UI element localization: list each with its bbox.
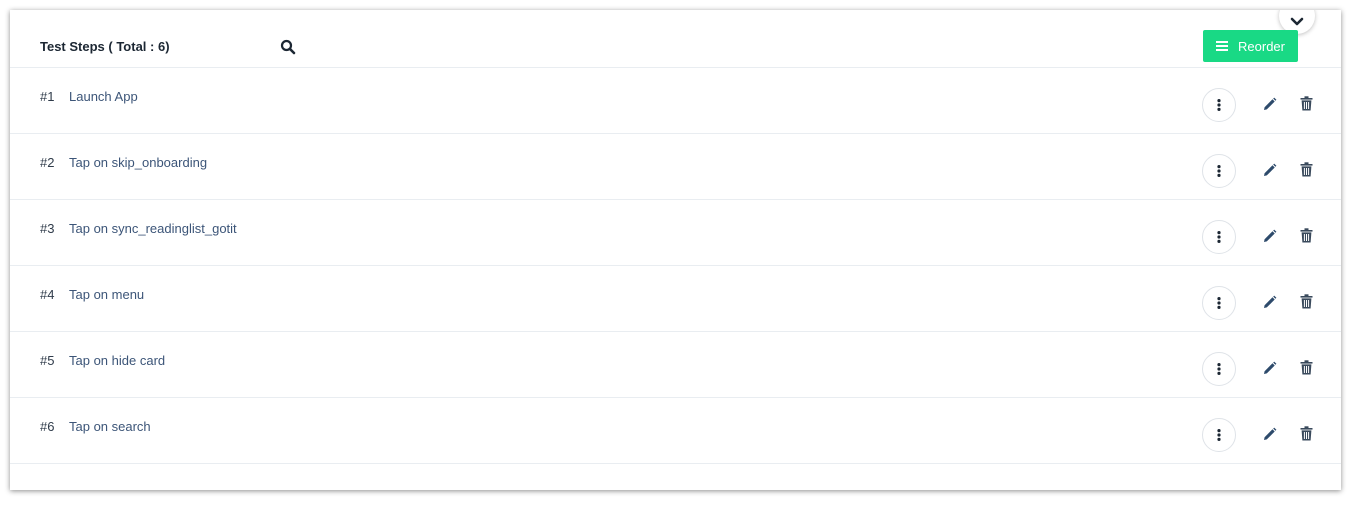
trash-icon[interactable] xyxy=(1300,360,1313,375)
step-number: #3 xyxy=(40,221,55,236)
reorder-button[interactable]: Reorder xyxy=(1203,30,1298,62)
search-icon[interactable] xyxy=(280,39,296,55)
hamburger-icon xyxy=(1216,41,1229,51)
pencil-icon[interactable] xyxy=(1262,97,1277,112)
page-title: Test Steps ( Total : 6) xyxy=(40,39,170,54)
pencil-icon[interactable] xyxy=(1262,427,1277,442)
step-row[interactable]: #4 Tap on menu xyxy=(10,266,1341,332)
vertical-dots-icon xyxy=(1217,99,1221,111)
step-text: Tap on search xyxy=(69,419,151,434)
vertical-dots-icon xyxy=(1217,363,1221,375)
step-text: Tap on sync_readinglist_gotit xyxy=(69,221,237,236)
more-options-button[interactable] xyxy=(1202,352,1236,386)
step-text: Tap on menu xyxy=(69,287,145,302)
pencil-icon[interactable] xyxy=(1262,295,1277,310)
step-number: #1 xyxy=(40,89,55,104)
reorder-label: Reorder xyxy=(1238,38,1285,54)
step-text: Tap on skip_onboarding xyxy=(69,155,208,170)
step-number: #4 xyxy=(40,287,55,302)
more-options-button[interactable] xyxy=(1202,220,1236,254)
vertical-dots-icon xyxy=(1217,165,1221,177)
step-number: #6 xyxy=(40,419,55,434)
vertical-dots-icon xyxy=(1217,231,1221,243)
trash-icon[interactable] xyxy=(1300,228,1313,243)
pencil-icon[interactable] xyxy=(1262,229,1277,244)
pencil-icon[interactable] xyxy=(1262,163,1277,178)
vertical-dots-icon xyxy=(1217,297,1221,309)
step-number: #5 xyxy=(40,353,55,368)
chevron-down-icon xyxy=(1290,17,1304,26)
step-row[interactable]: #5 Tap on hide card xyxy=(10,332,1341,398)
more-options-button[interactable] xyxy=(1202,154,1236,188)
vertical-dots-icon xyxy=(1217,429,1221,441)
step-row[interactable]: #3 Tap on sync_readinglist_gotit xyxy=(10,200,1341,266)
more-options-button[interactable] xyxy=(1202,418,1236,452)
step-text: Launch App xyxy=(69,89,138,104)
panel-header: Test Steps ( Total : 6) Reorder xyxy=(10,10,1341,68)
step-row[interactable]: #1 Launch App xyxy=(10,68,1341,134)
test-steps-panel: Test Steps ( Total : 6) Reorder #1 Launc… xyxy=(10,10,1341,490)
pencil-icon[interactable] xyxy=(1262,361,1277,376)
more-options-button[interactable] xyxy=(1202,88,1236,122)
trash-icon[interactable] xyxy=(1300,426,1313,441)
step-text: Tap on hide card xyxy=(69,353,166,368)
step-row[interactable]: #2 Tap on skip_onboarding xyxy=(10,134,1341,200)
trash-icon[interactable] xyxy=(1300,96,1313,111)
step-number: #2 xyxy=(40,155,55,170)
step-row[interactable]: #6 Tap on search xyxy=(10,398,1341,464)
trash-icon[interactable] xyxy=(1300,162,1313,177)
step-list: #1 Launch App #2 Tap on skip_onboarding … xyxy=(10,68,1341,464)
trash-icon[interactable] xyxy=(1300,294,1313,309)
more-options-button[interactable] xyxy=(1202,286,1236,320)
